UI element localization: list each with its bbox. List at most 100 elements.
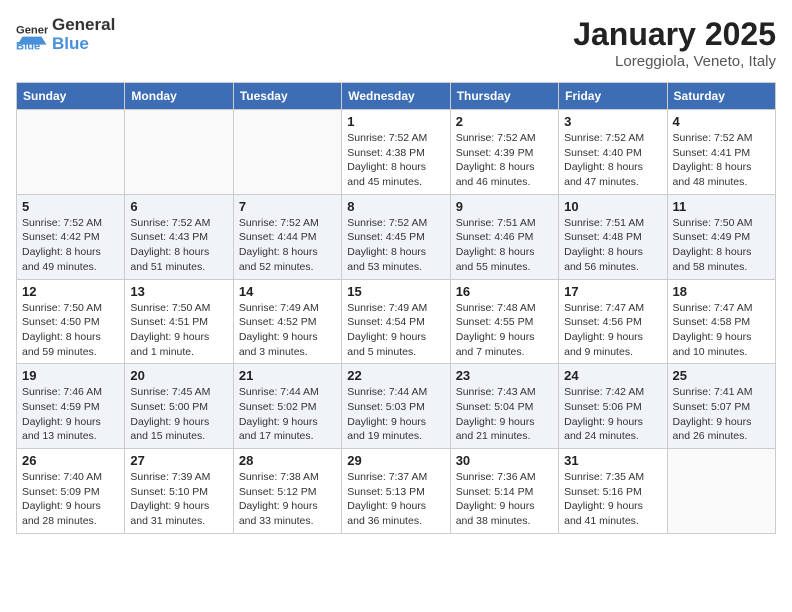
calendar-day-cell bbox=[233, 110, 341, 195]
day-info: Sunrise: 7:51 AM Sunset: 4:48 PM Dayligh… bbox=[564, 216, 661, 275]
day-number: 27 bbox=[130, 453, 227, 468]
day-info: Sunrise: 7:52 AM Sunset: 4:44 PM Dayligh… bbox=[239, 216, 336, 275]
day-info: Sunrise: 7:44 AM Sunset: 5:03 PM Dayligh… bbox=[347, 385, 444, 444]
day-info: Sunrise: 7:39 AM Sunset: 5:10 PM Dayligh… bbox=[130, 470, 227, 529]
calendar-day-cell: 9 Sunrise: 7:51 AM Sunset: 4:46 PM Daylig… bbox=[450, 194, 558, 279]
calendar-day-cell: 5 Sunrise: 7:52 AM Sunset: 4:42 PM Daylig… bbox=[17, 194, 125, 279]
day-info: Sunrise: 7:42 AM Sunset: 5:06 PM Dayligh… bbox=[564, 385, 661, 444]
day-number: 6 bbox=[130, 199, 227, 214]
day-number: 17 bbox=[564, 284, 661, 299]
calendar-day-cell: 7Sunrise: 7:52 AM Sunset: 4:44 PM Daylig… bbox=[233, 194, 341, 279]
day-number: 24 bbox=[564, 368, 661, 383]
weekday-header-tuesday: Tuesday bbox=[233, 83, 341, 110]
day-number: 30 bbox=[456, 453, 553, 468]
calendar-week-row: 26 Sunrise: 7:40 AM Sunset: 5:09 PM Dayli… bbox=[17, 449, 776, 534]
weekday-header-sunday: Sunday bbox=[17, 83, 125, 110]
day-info: Sunrise: 7:43 AM Sunset: 5:04 PM Dayligh… bbox=[456, 385, 553, 444]
svg-text:General: General bbox=[16, 24, 48, 36]
day-number: 10 bbox=[564, 199, 661, 214]
day-info: Sunrise: 7:47 AM Sunset: 4:56 PM Dayligh… bbox=[564, 301, 661, 360]
day-number: 14 bbox=[239, 284, 336, 299]
day-info: Sunrise: 7:47 AM Sunset: 4:58 PM Dayligh… bbox=[673, 301, 770, 360]
day-number: 16 bbox=[456, 284, 553, 299]
svg-text:Blue: Blue bbox=[16, 40, 40, 51]
day-info: Sunrise: 7:52 AM Sunset: 4:43 PM Dayligh… bbox=[130, 216, 227, 275]
day-info: Sunrise: 7:46 AM Sunset: 4:59 PM Dayligh… bbox=[22, 385, 119, 444]
day-number: 25 bbox=[673, 368, 770, 383]
calendar-day-cell: 18 Sunrise: 7:47 AM Sunset: 4:58 PM Dayli… bbox=[667, 279, 775, 364]
calendar-day-cell: 1 Sunrise: 7:52 AM Sunset: 4:38 PM Daylig… bbox=[342, 110, 450, 195]
weekday-header-wednesday: Wednesday bbox=[342, 83, 450, 110]
calendar-day-cell: 19 Sunrise: 7:46 AM Sunset: 4:59 PM Dayli… bbox=[17, 364, 125, 449]
calendar-day-cell bbox=[17, 110, 125, 195]
day-info: Sunrise: 7:44 AM Sunset: 5:02 PM Dayligh… bbox=[239, 385, 336, 444]
weekday-header-saturday: Saturday bbox=[667, 83, 775, 110]
day-number: 21 bbox=[239, 368, 336, 383]
day-number: 29 bbox=[347, 453, 444, 468]
calendar-day-cell: 26 Sunrise: 7:40 AM Sunset: 5:09 PM Dayli… bbox=[17, 449, 125, 534]
calendar-day-cell: 24 Sunrise: 7:42 AM Sunset: 5:06 PM Dayli… bbox=[559, 364, 667, 449]
calendar-day-cell: 29 Sunrise: 7:37 AM Sunset: 5:13 PM Dayli… bbox=[342, 449, 450, 534]
day-number: 11 bbox=[673, 199, 770, 214]
calendar-day-cell: 16 Sunrise: 7:48 AM Sunset: 4:55 PM Dayli… bbox=[450, 279, 558, 364]
day-number: 19 bbox=[22, 368, 119, 383]
calendar-week-row: 12Sunrise: 7:50 AM Sunset: 4:50 PM Dayli… bbox=[17, 279, 776, 364]
day-info: Sunrise: 7:45 AM Sunset: 5:00 PM Dayligh… bbox=[130, 385, 227, 444]
location-subtitle: Loreggiola, Veneto, Italy bbox=[573, 53, 776, 70]
logo-general-text: General bbox=[52, 16, 115, 35]
calendar-day-cell: 14 Sunrise: 7:49 AM Sunset: 4:52 PM Dayli… bbox=[233, 279, 341, 364]
calendar-day-cell: 31Sunrise: 7:35 AM Sunset: 5:16 PM Dayli… bbox=[559, 449, 667, 534]
month-title: January 2025 bbox=[573, 16, 776, 53]
day-info: Sunrise: 7:41 AM Sunset: 5:07 PM Dayligh… bbox=[673, 385, 770, 444]
calendar-day-cell: 8Sunrise: 7:52 AM Sunset: 4:45 PM Daylig… bbox=[342, 194, 450, 279]
day-number: 8 bbox=[347, 199, 444, 214]
page-header: General Blue General Blue January 2025 L… bbox=[16, 16, 776, 70]
calendar-day-cell bbox=[667, 449, 775, 534]
calendar-day-cell: 2 Sunrise: 7:52 AM Sunset: 4:39 PM Daylig… bbox=[450, 110, 558, 195]
calendar-day-cell: 10 Sunrise: 7:51 AM Sunset: 4:48 PM Dayli… bbox=[559, 194, 667, 279]
calendar-day-cell: 22 Sunrise: 7:44 AM Sunset: 5:03 PM Dayli… bbox=[342, 364, 450, 449]
day-number: 9 bbox=[456, 199, 553, 214]
day-info: Sunrise: 7:50 AM Sunset: 4:51 PM Dayligh… bbox=[130, 301, 227, 360]
day-info: Sunrise: 7:51 AM Sunset: 4:46 PM Dayligh… bbox=[456, 216, 553, 275]
calendar-week-row: 1 Sunrise: 7:52 AM Sunset: 4:38 PM Daylig… bbox=[17, 110, 776, 195]
day-number: 2 bbox=[456, 114, 553, 129]
calendar-table: SundayMondayTuesdayWednesdayThursdayFrid… bbox=[16, 82, 776, 534]
day-number: 31 bbox=[564, 453, 661, 468]
day-number: 22 bbox=[347, 368, 444, 383]
day-number: 3 bbox=[564, 114, 661, 129]
day-info: Sunrise: 7:52 AM Sunset: 4:39 PM Dayligh… bbox=[456, 131, 553, 190]
day-info: Sunrise: 7:52 AM Sunset: 4:41 PM Dayligh… bbox=[673, 131, 770, 190]
day-info: Sunrise: 7:36 AM Sunset: 5:14 PM Dayligh… bbox=[456, 470, 553, 529]
calendar-day-cell: 15Sunrise: 7:49 AM Sunset: 4:54 PM Dayli… bbox=[342, 279, 450, 364]
day-info: Sunrise: 7:52 AM Sunset: 4:42 PM Dayligh… bbox=[22, 216, 119, 275]
day-info: Sunrise: 7:40 AM Sunset: 5:09 PM Dayligh… bbox=[22, 470, 119, 529]
title-area: January 2025 Loreggiola, Veneto, Italy bbox=[573, 16, 776, 70]
calendar-day-cell: 20 Sunrise: 7:45 AM Sunset: 5:00 PM Dayli… bbox=[125, 364, 233, 449]
calendar-day-cell: 13 Sunrise: 7:50 AM Sunset: 4:51 PM Dayli… bbox=[125, 279, 233, 364]
calendar-day-cell: 23 Sunrise: 7:43 AM Sunset: 5:04 PM Dayli… bbox=[450, 364, 558, 449]
day-info: Sunrise: 7:49 AM Sunset: 4:52 PM Dayligh… bbox=[239, 301, 336, 360]
day-number: 18 bbox=[673, 284, 770, 299]
calendar-day-cell: 28Sunrise: 7:38 AM Sunset: 5:12 PM Dayli… bbox=[233, 449, 341, 534]
calendar-day-cell: 27 Sunrise: 7:39 AM Sunset: 5:10 PM Dayli… bbox=[125, 449, 233, 534]
day-number: 23 bbox=[456, 368, 553, 383]
day-number: 13 bbox=[130, 284, 227, 299]
day-info: Sunrise: 7:52 AM Sunset: 4:40 PM Dayligh… bbox=[564, 131, 661, 190]
day-number: 20 bbox=[130, 368, 227, 383]
calendar-week-row: 5 Sunrise: 7:52 AM Sunset: 4:42 PM Daylig… bbox=[17, 194, 776, 279]
day-info: Sunrise: 7:49 AM Sunset: 4:54 PM Dayligh… bbox=[347, 301, 444, 360]
day-info: Sunrise: 7:50 AM Sunset: 4:49 PM Dayligh… bbox=[673, 216, 770, 275]
day-number: 5 bbox=[22, 199, 119, 214]
day-info: Sunrise: 7:37 AM Sunset: 5:13 PM Dayligh… bbox=[347, 470, 444, 529]
day-info: Sunrise: 7:52 AM Sunset: 4:38 PM Dayligh… bbox=[347, 131, 444, 190]
day-info: Sunrise: 7:48 AM Sunset: 4:55 PM Dayligh… bbox=[456, 301, 553, 360]
calendar-day-cell: 17 Sunrise: 7:47 AM Sunset: 4:56 PM Dayli… bbox=[559, 279, 667, 364]
calendar-day-cell: 11 Sunrise: 7:50 AM Sunset: 4:49 PM Dayli… bbox=[667, 194, 775, 279]
calendar-day-cell: 12Sunrise: 7:50 AM Sunset: 4:50 PM Dayli… bbox=[17, 279, 125, 364]
weekday-header-row: SundayMondayTuesdayWednesdayThursdayFrid… bbox=[17, 83, 776, 110]
day-number: 26 bbox=[22, 453, 119, 468]
day-number: 1 bbox=[347, 114, 444, 129]
calendar-week-row: 19 Sunrise: 7:46 AM Sunset: 4:59 PM Dayli… bbox=[17, 364, 776, 449]
calendar-day-cell: 6 Sunrise: 7:52 AM Sunset: 4:43 PM Daylig… bbox=[125, 194, 233, 279]
